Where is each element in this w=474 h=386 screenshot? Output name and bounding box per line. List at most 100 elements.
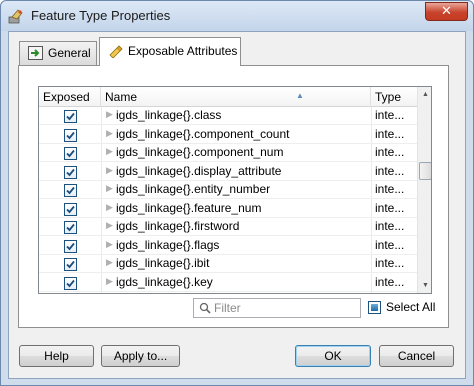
attribute-name: igds_linkage{}.firstword (116, 219, 240, 233)
search-icon (199, 302, 211, 314)
checkmark-icon (66, 205, 75, 213)
attribute-type: inte... (375, 237, 405, 252)
cancel-button[interactable]: Cancel (379, 345, 454, 367)
exposed-checkbox[interactable] (64, 184, 77, 197)
filter-box[interactable] (193, 298, 361, 318)
attribute-name: igds_linkage{}.display_attribute (116, 163, 282, 178)
checkmark-icon (66, 186, 75, 195)
close-button[interactable]: ✕ (425, 2, 468, 21)
scrollbar-thumb[interactable] (419, 162, 431, 180)
attribute-type: inte... (375, 163, 405, 178)
exposed-checkbox[interactable] (64, 276, 77, 290)
attribute-name: igds_linkage{}.entity_number (116, 182, 271, 196)
attribute-type: inte... (375, 108, 405, 122)
attribute-name: igds_linkage{}.key (116, 274, 213, 289)
exposed-checkbox[interactable] (64, 202, 77, 216)
attribute-type: inte... (375, 274, 405, 289)
attribute-type: inte... (375, 219, 405, 233)
attribute-name: igds_linkage{}.flags (116, 237, 220, 252)
scroll-up-arrow-icon[interactable]: ▲ (418, 87, 431, 102)
checkmark-icon (66, 260, 75, 269)
column-header-name[interactable]: Name ▲ (101, 87, 371, 107)
attribute-type: inte... (375, 200, 405, 215)
exposed-cell (39, 237, 101, 255)
attribute-type: inte... (375, 126, 405, 141)
exposed-cell (39, 274, 101, 292)
table-row[interactable]: ▶ igds_linkage{}.key inte... (39, 274, 417, 292)
exposed-cell (39, 144, 101, 162)
expand-arrow-icon[interactable]: ▶ (106, 239, 113, 250)
filter-input[interactable] (214, 300, 358, 316)
tab-general-label: General (48, 46, 91, 60)
attribute-name: igds_linkage{}.ibit (116, 256, 210, 270)
checkmark-icon (66, 149, 75, 158)
exposed-checkbox[interactable] (64, 128, 77, 142)
title-bar[interactable]: Feature Type Properties (1, 1, 473, 31)
expand-arrow-icon[interactable]: ▶ (106, 165, 113, 176)
expand-arrow-icon[interactable]: ▶ (106, 183, 113, 194)
expand-arrow-icon[interactable]: ▶ (106, 109, 113, 120)
checkmark-icon (66, 242, 75, 250)
table-row[interactable]: ▶ igds_linkage{}.component_count inte... (39, 126, 417, 144)
scroll-down-arrow-icon[interactable]: ▼ (418, 278, 431, 293)
table-row[interactable]: ▶ igds_linkage{}.firstword inte... (39, 218, 417, 236)
tab-exposable-attributes-label: Exposable Attributes (128, 44, 238, 58)
sort-ascending-icon: ▲ (296, 91, 304, 100)
exposed-checkbox[interactable] (64, 110, 77, 123)
tab-general[interactable]: General (19, 41, 97, 65)
expand-arrow-icon[interactable]: ▶ (106, 257, 113, 268)
help-button[interactable]: Help (19, 345, 94, 367)
exposed-cell (39, 107, 101, 125)
checkmark-icon (66, 223, 75, 232)
checkmark-icon (66, 112, 75, 121)
column-header-type[interactable]: Type (371, 87, 417, 107)
expand-arrow-icon[interactable]: ▶ (106, 220, 113, 231)
window-title: Feature Type Properties (31, 8, 171, 23)
exposed-cell (39, 126, 101, 144)
attribute-name: igds_linkage{}.component_count (116, 126, 290, 141)
exposed-checkbox[interactable] (64, 239, 77, 253)
attribute-name: igds_linkage{}.component_num (116, 145, 284, 159)
expand-arrow-icon[interactable]: ▶ (106, 146, 113, 157)
general-properties-icon (28, 46, 43, 60)
table-row[interactable]: ▶ igds_linkage{}.display_attribute inte... (39, 163, 417, 181)
indeterminate-indicator (371, 304, 378, 311)
select-all-label[interactable]: Select All (386, 300, 435, 314)
exposed-cell (39, 163, 101, 181)
exposed-checkbox[interactable] (64, 221, 77, 234)
attribute-type: inte... (375, 182, 405, 196)
select-all-checkbox[interactable] (368, 301, 381, 314)
exposed-cell (39, 181, 101, 199)
exposed-cell (39, 255, 101, 273)
expand-arrow-icon[interactable]: ▶ (106, 128, 113, 139)
table-row[interactable]: ▶ igds_linkage{}.entity_number inte... (39, 181, 417, 199)
expand-arrow-icon[interactable]: ▶ (106, 202, 113, 213)
checkmark-icon (66, 168, 75, 176)
app-icon (8, 9, 23, 24)
table-row[interactable]: ▶ igds_linkage{}.ibit inte... (39, 255, 417, 273)
expand-arrow-icon[interactable]: ▶ (106, 276, 113, 287)
table-row[interactable]: ▶ igds_linkage{}.feature_num inte... (39, 200, 417, 218)
table-header: Exposed Name ▲ Type (39, 87, 417, 107)
exposed-cell (39, 200, 101, 218)
exposed-checkbox[interactable] (64, 258, 77, 271)
column-header-exposed[interactable]: Exposed (39, 87, 101, 107)
table-row[interactable]: ▶ igds_linkage{}.component_num inte... (39, 144, 417, 162)
exposed-checkbox[interactable] (64, 165, 77, 179)
exposed-cell (39, 218, 101, 236)
column-header-name-label: Name (105, 90, 138, 104)
checkmark-icon (66, 279, 75, 287)
attributes-table[interactable]: Exposed Name ▲ Type ▶ igds_linkage{}.clas… (38, 86, 432, 294)
table-row[interactable]: ▶ igds_linkage{}.flags inte... (39, 237, 417, 255)
exposed-checkbox[interactable] (64, 147, 77, 160)
attribute-name: igds_linkage{}.feature_num (116, 200, 262, 215)
table-row[interactable]: ▶ igds_linkage{}.class inte... (39, 107, 417, 125)
attribute-type: inte... (375, 145, 405, 159)
apply-to-button[interactable]: Apply to... (101, 345, 180, 367)
vertical-scrollbar[interactable]: ▲ ▼ (417, 87, 431, 293)
ok-button[interactable]: OK (295, 345, 371, 367)
attribute-name: igds_linkage{}.class (116, 108, 222, 122)
exposable-attributes-icon (109, 45, 123, 58)
tab-exposable-attributes[interactable]: Exposable Attributes (99, 37, 241, 66)
attribute-type: inte... (375, 256, 405, 270)
